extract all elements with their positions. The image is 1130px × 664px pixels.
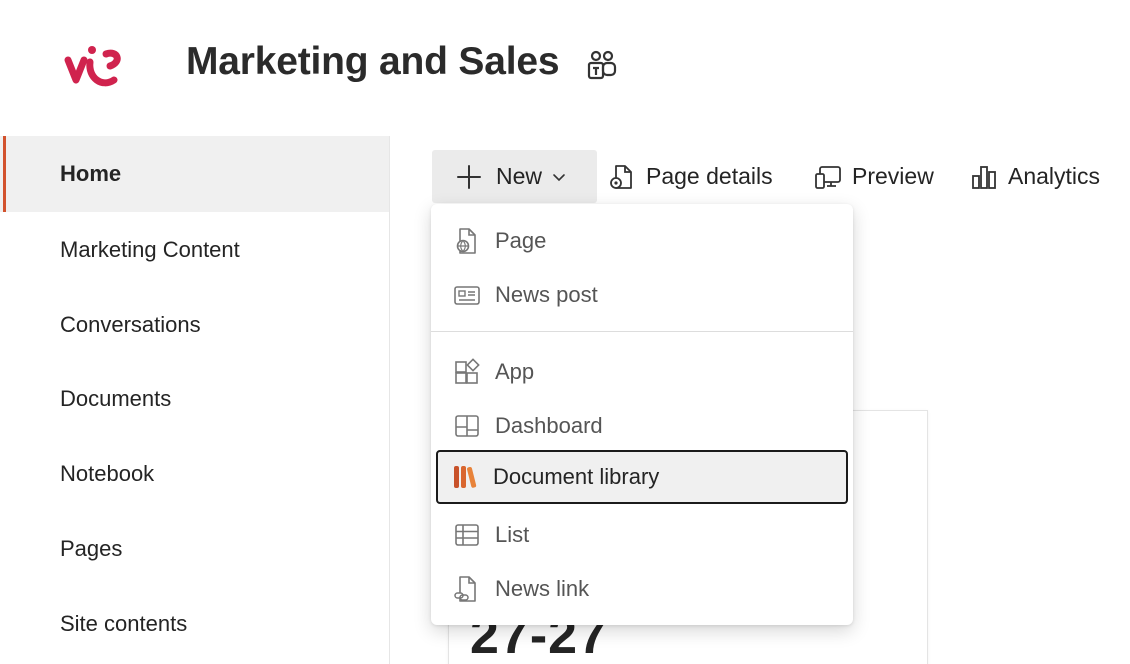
nav-item-marketing-content[interactable]: Marketing Content	[0, 212, 389, 288]
menu-item-label: List	[495, 522, 530, 547]
menu-item-dashboard[interactable]: Dashboard	[437, 399, 847, 453]
nav-item-pages[interactable]: Pages	[0, 511, 389, 587]
menu-item-news-link[interactable]: News link	[437, 562, 847, 616]
menu-item-list[interactable]: List	[437, 508, 847, 562]
app-icon	[455, 358, 480, 384]
new-dropdown-menu: Page News post App Dashboard Document li…	[431, 204, 853, 625]
chevron-down-icon	[553, 173, 565, 181]
menu-item-label: Dashboard	[495, 413, 603, 438]
menu-item-page[interactable]: Page	[437, 214, 847, 268]
menu-item-label: News post	[495, 282, 598, 307]
new-button-label: New	[496, 163, 543, 189]
nav-item-documents[interactable]: Documents	[0, 361, 389, 437]
nav-item-site-contents[interactable]: Site contents	[0, 586, 389, 662]
menu-item-label: App	[495, 359, 535, 384]
nav-item-notebook[interactable]: Notebook	[0, 436, 389, 512]
menu-item-label: News link	[495, 576, 590, 601]
page-details-label: Page details	[646, 163, 773, 189]
news-post-icon	[454, 286, 480, 305]
preview-button[interactable]: Preview	[814, 150, 934, 203]
new-button[interactable]: New	[432, 150, 597, 203]
site-title: Marketing and Sales	[186, 40, 560, 83]
menu-divider	[431, 331, 853, 332]
nav-item-label: Marketing Content	[60, 237, 240, 262]
menu-item-label: Document library	[493, 464, 660, 489]
page-details-icon	[610, 164, 632, 189]
menu-item-app[interactable]: App	[437, 345, 847, 399]
nav-item-label: Pages	[60, 536, 123, 561]
document-library-icon	[454, 466, 477, 488]
menu-item-news-post[interactable]: News post	[437, 268, 847, 322]
nav-item-label: Site contents	[60, 611, 188, 636]
site-header: Marketing and Sales	[0, 0, 1130, 136]
dashboard-icon	[455, 415, 479, 437]
menu-item-label: Page	[495, 228, 547, 253]
nav-item-label: Documents	[60, 386, 172, 411]
nav-item-home[interactable]: Home	[0, 136, 389, 212]
teams-group-icon[interactable]	[586, 50, 618, 80]
page-globe-icon	[456, 228, 476, 254]
left-navigation: Home Marketing Content Conversations Doc…	[0, 136, 390, 664]
nav-item-conversations[interactable]: Conversations	[0, 287, 389, 363]
nav-item-label: Notebook	[60, 461, 155, 486]
site-logo[interactable]	[62, 40, 128, 96]
plus-icon	[457, 164, 481, 189]
analytics-chart-icon	[972, 165, 996, 189]
analytics-label: Analytics	[1008, 163, 1101, 189]
menu-item-document-library[interactable]: Document library	[436, 450, 848, 504]
page-details-button[interactable]: Page details	[608, 150, 773, 203]
nav-item-label: Home	[60, 161, 122, 186]
preview-label: Preview	[852, 163, 934, 189]
news-link-icon	[454, 576, 476, 602]
nav-item-label: Conversations	[60, 312, 201, 337]
list-icon	[455, 524, 479, 546]
analytics-button[interactable]: Analytics	[970, 150, 1100, 203]
preview-devices-icon	[815, 165, 841, 189]
